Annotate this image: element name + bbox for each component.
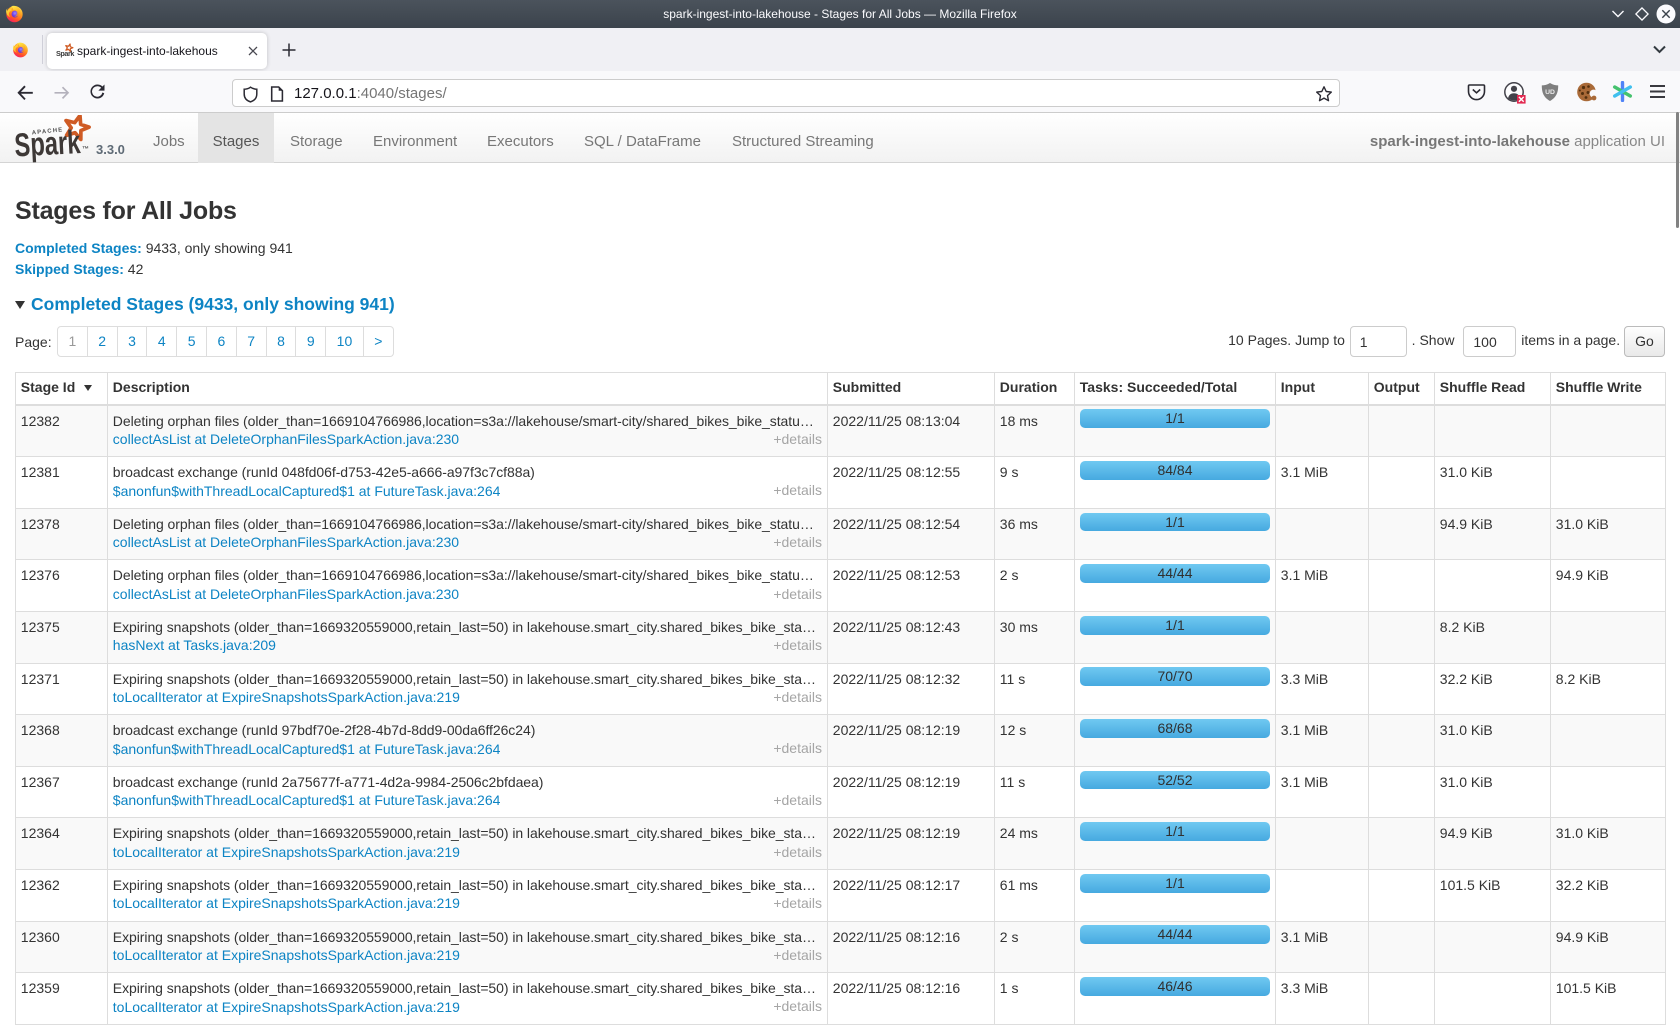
svg-text:Spark: Spark xyxy=(56,49,74,58)
svg-text:™: ™ xyxy=(82,146,89,153)
svg-text:Spark: Spark xyxy=(13,123,81,163)
svg-text:UD: UD xyxy=(1545,89,1555,96)
